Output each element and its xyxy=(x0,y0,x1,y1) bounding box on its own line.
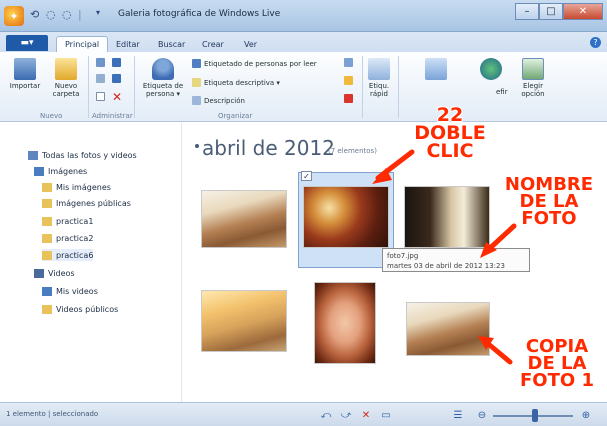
arrow-copy xyxy=(483,339,513,365)
status-bar: 1 elemento | seleccionado ⤺ ⤻ ✕ ▭ ☰ ⊖ ⊕ xyxy=(0,402,607,426)
zoom-in-icon[interactable]: ⊕ xyxy=(580,409,592,421)
rotate-right-icon[interactable]: ⤻ xyxy=(340,409,352,421)
details-view-icon[interactable]: ☰ xyxy=(452,409,464,421)
delete-icon[interactable]: ✕ xyxy=(360,409,372,421)
annotation-copy: COPIA DE LA FOTO 1 xyxy=(520,336,594,392)
monitor-icon[interactable]: ▭ xyxy=(380,409,392,421)
zoom-slider-handle[interactable] xyxy=(532,409,538,422)
status-text: 1 elemento | seleccionado xyxy=(6,410,99,418)
rotate-left-icon[interactable]: ⤺ xyxy=(320,409,332,421)
annotation-double-click: 22 DOBLE CLIC xyxy=(414,104,486,163)
zoom-out-icon[interactable]: ⊖ xyxy=(476,409,488,421)
annotation-photo-name: NOMBRE DE LA FOTO xyxy=(504,174,594,230)
